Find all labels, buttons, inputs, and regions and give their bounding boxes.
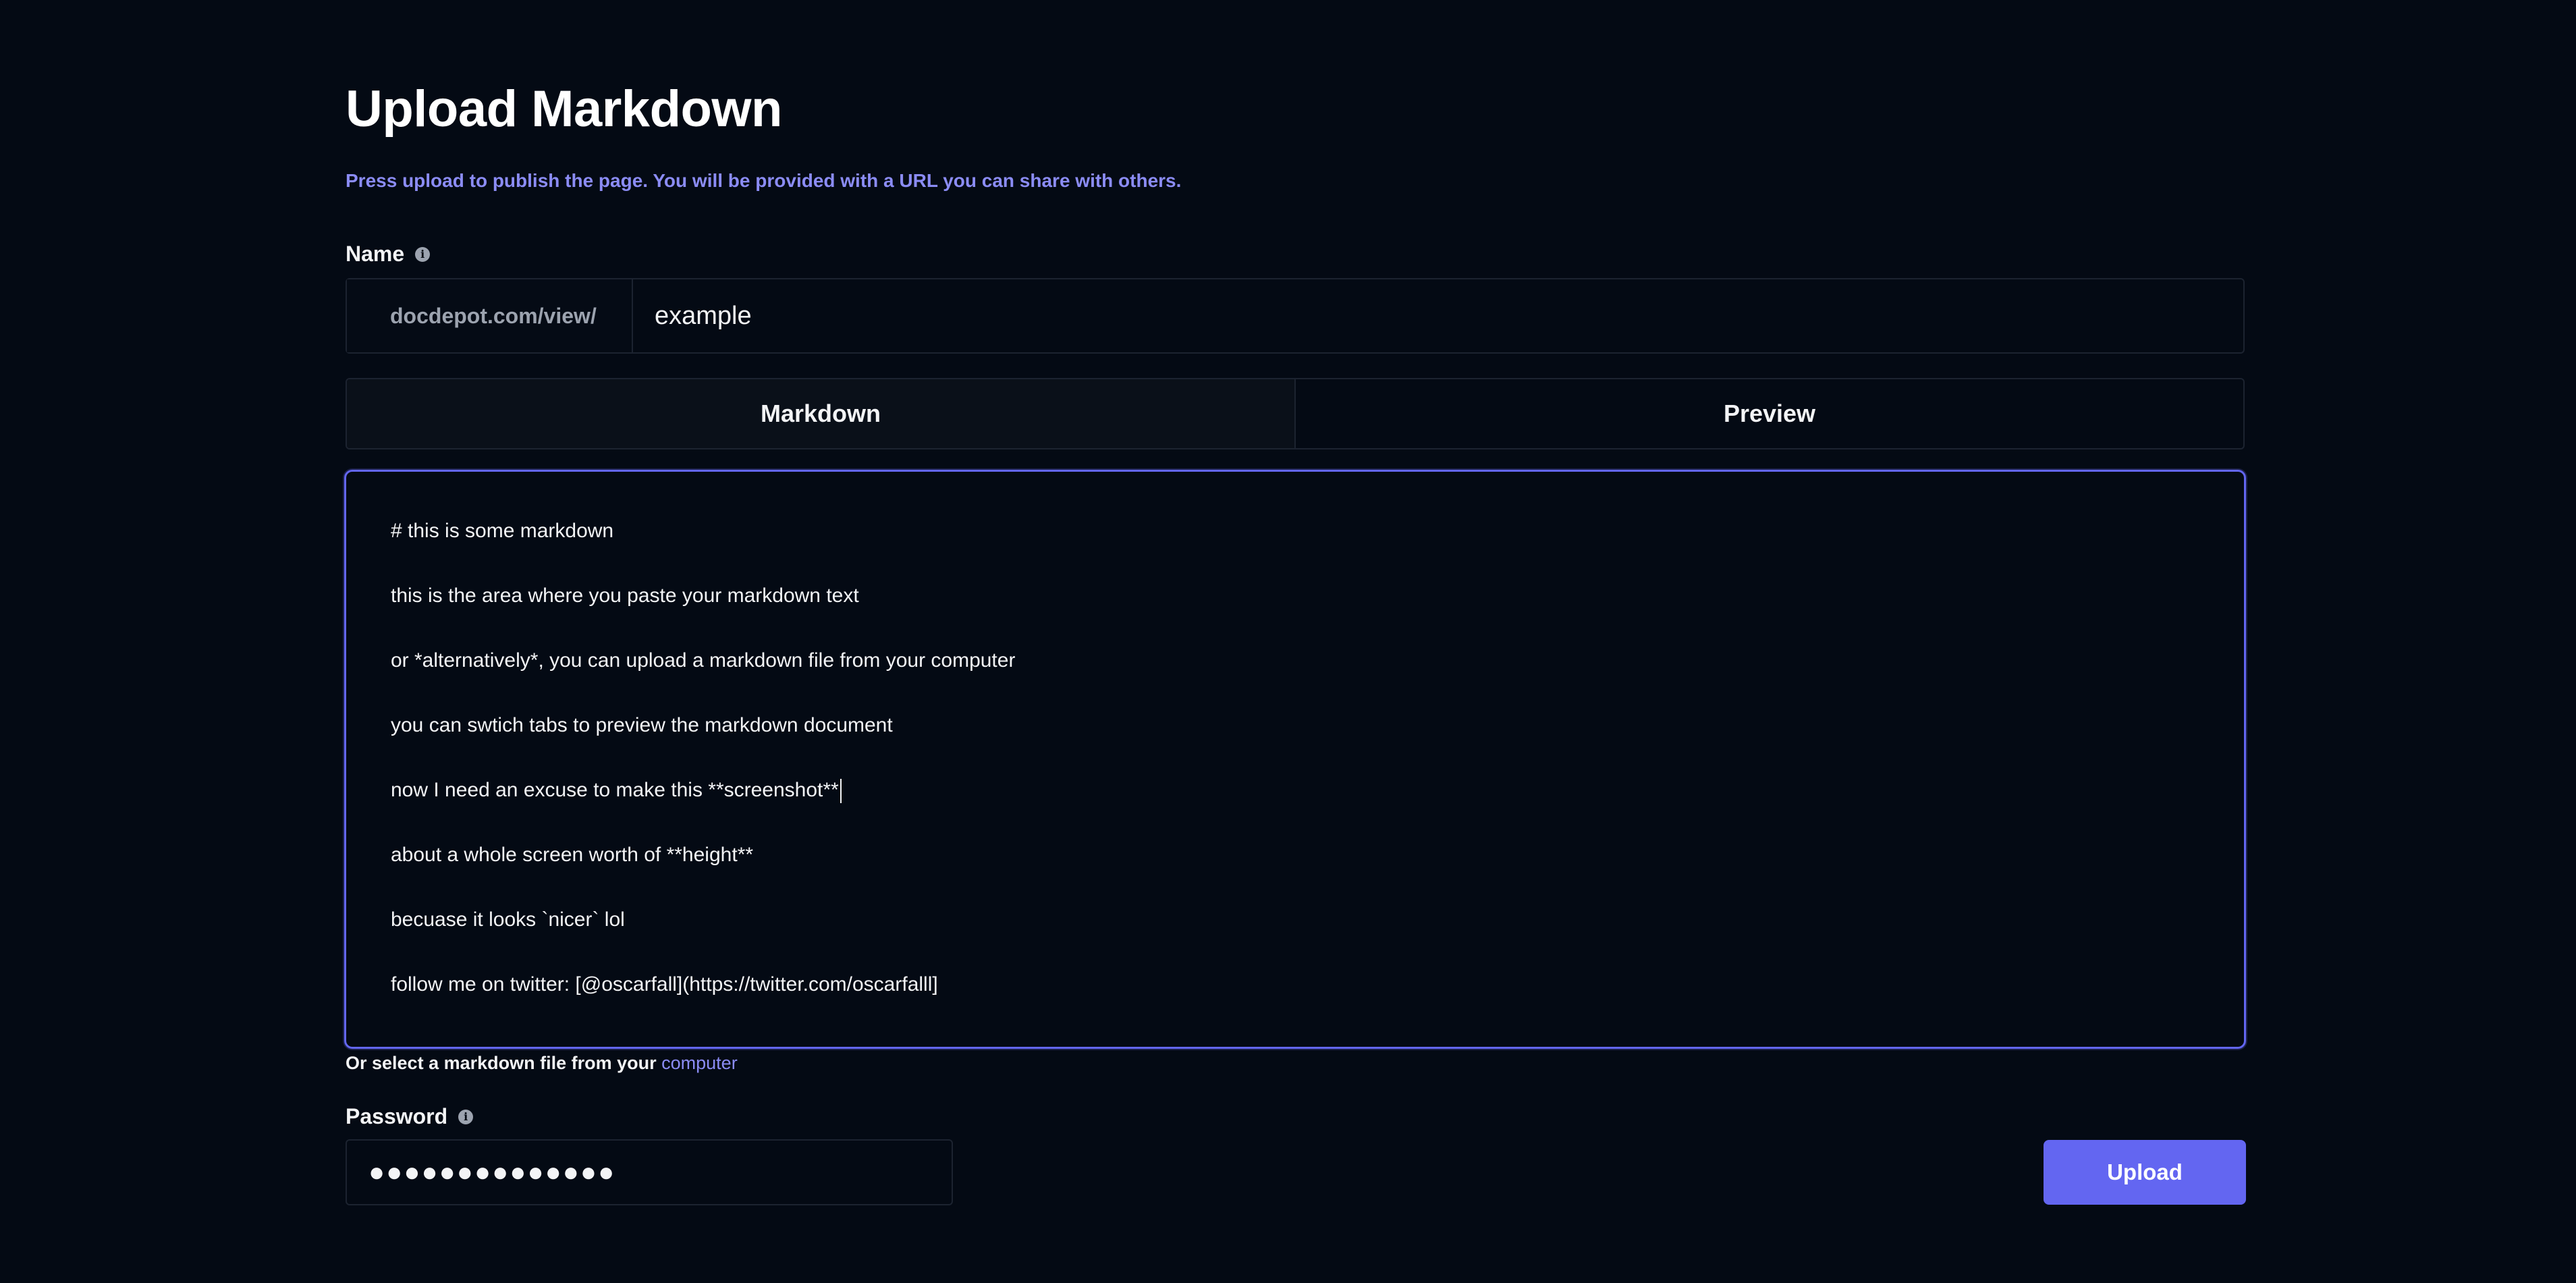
- url-prefix: docdepot.com/view/: [347, 279, 633, 352]
- password-label-text: Password: [346, 1104, 448, 1128]
- password-label: Password i: [346, 1104, 474, 1129]
- editor-line: this is the area where you paste your ma…: [391, 584, 859, 607]
- password-input[interactable]: ●●●●●●●●●●●●●●: [346, 1139, 953, 1205]
- editor-line: now I need an excuse to make this **scre…: [391, 779, 839, 801]
- editor-line: follow me on twitter: [@oscarfall](https…: [391, 973, 938, 995]
- name-label-text: Name: [346, 242, 405, 266]
- name-label: Name i: [346, 242, 431, 267]
- tab-markdown[interactable]: Markdown: [347, 379, 1294, 448]
- name-field: docdepot.com/view/ example: [346, 278, 2245, 354]
- file-hint-text: Or select a markdown file from your: [346, 1053, 662, 1073]
- info-icon[interactable]: i: [415, 246, 431, 262]
- editor-line: about a whole screen worth of **height**: [391, 844, 754, 866]
- file-select-hint: Or select a markdown file from your comp…: [346, 1053, 738, 1074]
- info-icon[interactable]: i: [458, 1109, 474, 1124]
- page-title: Upload Markdown: [346, 80, 782, 138]
- page-subtitle: Press upload to publish the page. You wi…: [346, 170, 1182, 191]
- tab-preview[interactable]: Preview: [1294, 379, 2243, 448]
- markdown-textarea[interactable]: # this is some markdown this is the area…: [344, 470, 2246, 1049]
- editor-line: you can swtich tabs to preview the markd…: [391, 714, 893, 736]
- editor-line: becuase it looks `nicer` lol: [391, 908, 625, 931]
- upload-button[interactable]: Upload: [2044, 1140, 2246, 1205]
- name-input[interactable]: example: [633, 279, 2243, 352]
- editor-line: # this is some markdown: [391, 520, 614, 542]
- editor-line: or *alternatively*, you can upload a mar…: [391, 649, 1016, 672]
- text-caret: [840, 779, 842, 804]
- computer-file-link[interactable]: computer: [661, 1053, 738, 1073]
- editor-tabs: Markdown Preview: [346, 378, 2245, 449]
- editor-line-with-caret: now I need an excuse to make this **scre…: [391, 774, 2244, 839]
